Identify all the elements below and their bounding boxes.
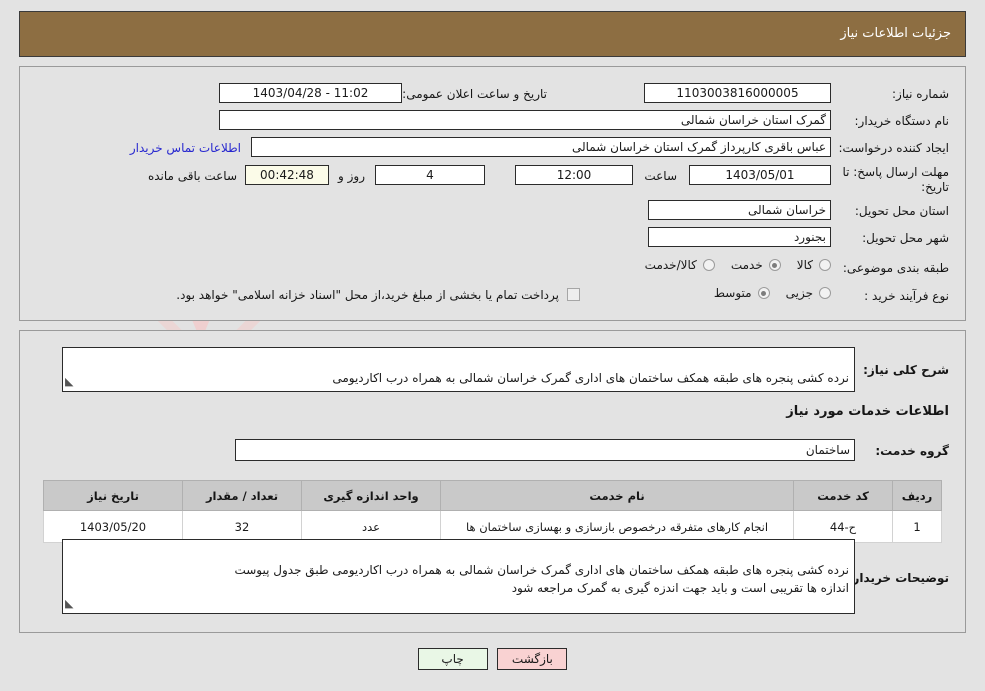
deadline-label-line1: مهلت ارسال پاسخ: تا <box>842 165 949 179</box>
table-col-header: کد خدمت <box>793 480 893 511</box>
deadline-label-line2: تاریخ: <box>921 180 949 194</box>
remaining-time-label: ساعت باقی مانده <box>147 169 237 183</box>
deadline-label: مهلت ارسال پاسخ: تا تاریخ: <box>842 165 949 195</box>
service-group-value: ساختمان <box>235 439 855 461</box>
table-col-header: نام خدمت <box>440 480 794 511</box>
treasury-checkbox[interactable] <box>567 288 580 301</box>
category-radio-0[interactable] <box>819 259 831 271</box>
table-col-header: واحد اندازه گیری <box>301 480 441 511</box>
page-header: جزئیات اطلاعات نیاز <box>19 11 966 57</box>
need-desc-label: شرح کلی نیاز: <box>863 363 949 377</box>
category-radio-2[interactable] <box>702 259 715 271</box>
table-cell: عدد <box>301 510 441 543</box>
table-cell: ح-44 <box>793 510 893 543</box>
buyer-notes-textarea[interactable]: نرده کشی پنجره های طبقه همکف ساختمان های… <box>62 539 855 614</box>
table-header-row: ردیف کد خدمت نام خدمت واحد اندازه گیری تعداد… <box>43 480 942 511</box>
deadline-hour-value: 12:00 <box>515 165 633 185</box>
services-table: ردیف کد خدمت نام خدمت واحد اندازه گیری تعداد… <box>43 480 942 543</box>
city-value: بجنورد <box>648 227 831 247</box>
need-summary-panel: شماره نیاز: 1103003816000005 تاریخ و ساع… <box>19 66 966 321</box>
category-radio-label-1: خدمت <box>730 258 763 272</box>
deadline-date-value: 1403/05/01 <box>689 165 831 185</box>
need-number-label: شماره نیاز: <box>892 87 949 101</box>
category-radio-1[interactable] <box>768 259 781 271</box>
category-radio-label-2: کالا/خدمت <box>644 258 697 272</box>
need-desc-textarea[interactable]: نرده کشی پنجره های طبقه همکف ساختمان های… <box>62 347 855 392</box>
public-announce-value: 1403/04/28 - 11:02 <box>219 83 402 103</box>
remaining-days-label: روز و <box>338 169 365 183</box>
table-col-header: تاریخ نیاز <box>43 480 183 511</box>
table-cell: 1 <box>892 510 942 543</box>
category-radio-group[interactable]: کالا خدمت کالا/خدمت <box>629 258 831 272</box>
process-radio-label-0: جزیی <box>785 286 813 300</box>
resize-grip-icon[interactable]: ◢ <box>65 373 73 391</box>
buyer-notes-label: توضیحات خریدار: <box>847 571 949 585</box>
province-value: خراسان شمالی <box>648 200 831 220</box>
back-button[interactable]: بازگشت <box>497 648 568 670</box>
buyer-org-value: گمرک استان خراسان شمالی <box>219 110 831 130</box>
remaining-time-value: 00:42:48 <box>245 165 329 185</box>
public-announce-label: تاریخ و ساعت اعلان عمومی: <box>402 87 547 101</box>
need-number-value: 1103003816000005 <box>644 83 831 103</box>
deadline-hour-label: ساعت <box>644 169 677 183</box>
page-title: جزئیات اطلاعات نیاز <box>840 26 951 41</box>
table-col-header: تعداد / مقدار <box>182 480 302 511</box>
buyer-org-label: نام دستگاه خریدار: <box>854 114 950 128</box>
table-col-header: ردیف <box>892 480 942 511</box>
city-label: شهر محل تحویل: <box>862 231 949 245</box>
table-row: 1 ح-44 انجام کارهای متفرقه درخصوص بازسازی … <box>43 510 942 543</box>
table-cell: انجام کارهای متفرقه درخصوص بازسازی و بهس… <box>440 510 794 543</box>
need-desc-value: نرده کشی پنجره های طبقه همکف ساختمان های… <box>332 371 849 391</box>
process-radio-group[interactable]: جزیی متوسط <box>698 286 831 300</box>
process-radio-1[interactable] <box>757 287 770 299</box>
services-info-heading: اطلاعات خدمات مورد نیاز <box>786 404 949 419</box>
resize-grip-icon[interactable]: ◢ <box>65 595 73 613</box>
buyer-notes-value: نرده کشی پنجره های طبقه همکف ساختمان های… <box>234 563 849 595</box>
province-label: استان محل تحویل: <box>854 204 949 218</box>
category-label: طبقه بندی موضوعی: <box>842 261 949 275</box>
table-cell: 1403/05/20 <box>43 510 183 543</box>
process-radio-0[interactable] <box>819 287 831 299</box>
process-label: نوع فرآیند خرید : <box>864 289 949 303</box>
print-button[interactable]: چاپ <box>417 648 488 670</box>
category-radio-label-0: کالا <box>796 258 813 272</box>
treasury-checkbox-label: پرداخت تمام یا بخشی از مبلغ خرید،از محل … <box>176 288 559 302</box>
remaining-days-value: 4 <box>375 165 485 185</box>
table-cell: 32 <box>182 510 302 543</box>
need-details-panel: شرح کلی نیاز: نرده کشی پنجره های طبقه هم… <box>19 330 966 633</box>
service-group-label: گروه خدمت: <box>875 444 949 458</box>
footer-button-bar: بازگشت چاپ <box>0 648 985 670</box>
process-radio-label-1: متوسط <box>713 286 752 300</box>
buyer-contact-link[interactable]: اطلاعات تماس خریدار <box>130 141 241 155</box>
creator-value: عباس باقری کارپرداز گمرک استان خراسان شم… <box>251 137 831 157</box>
creator-label: ایجاد کننده درخواست: <box>838 141 949 155</box>
